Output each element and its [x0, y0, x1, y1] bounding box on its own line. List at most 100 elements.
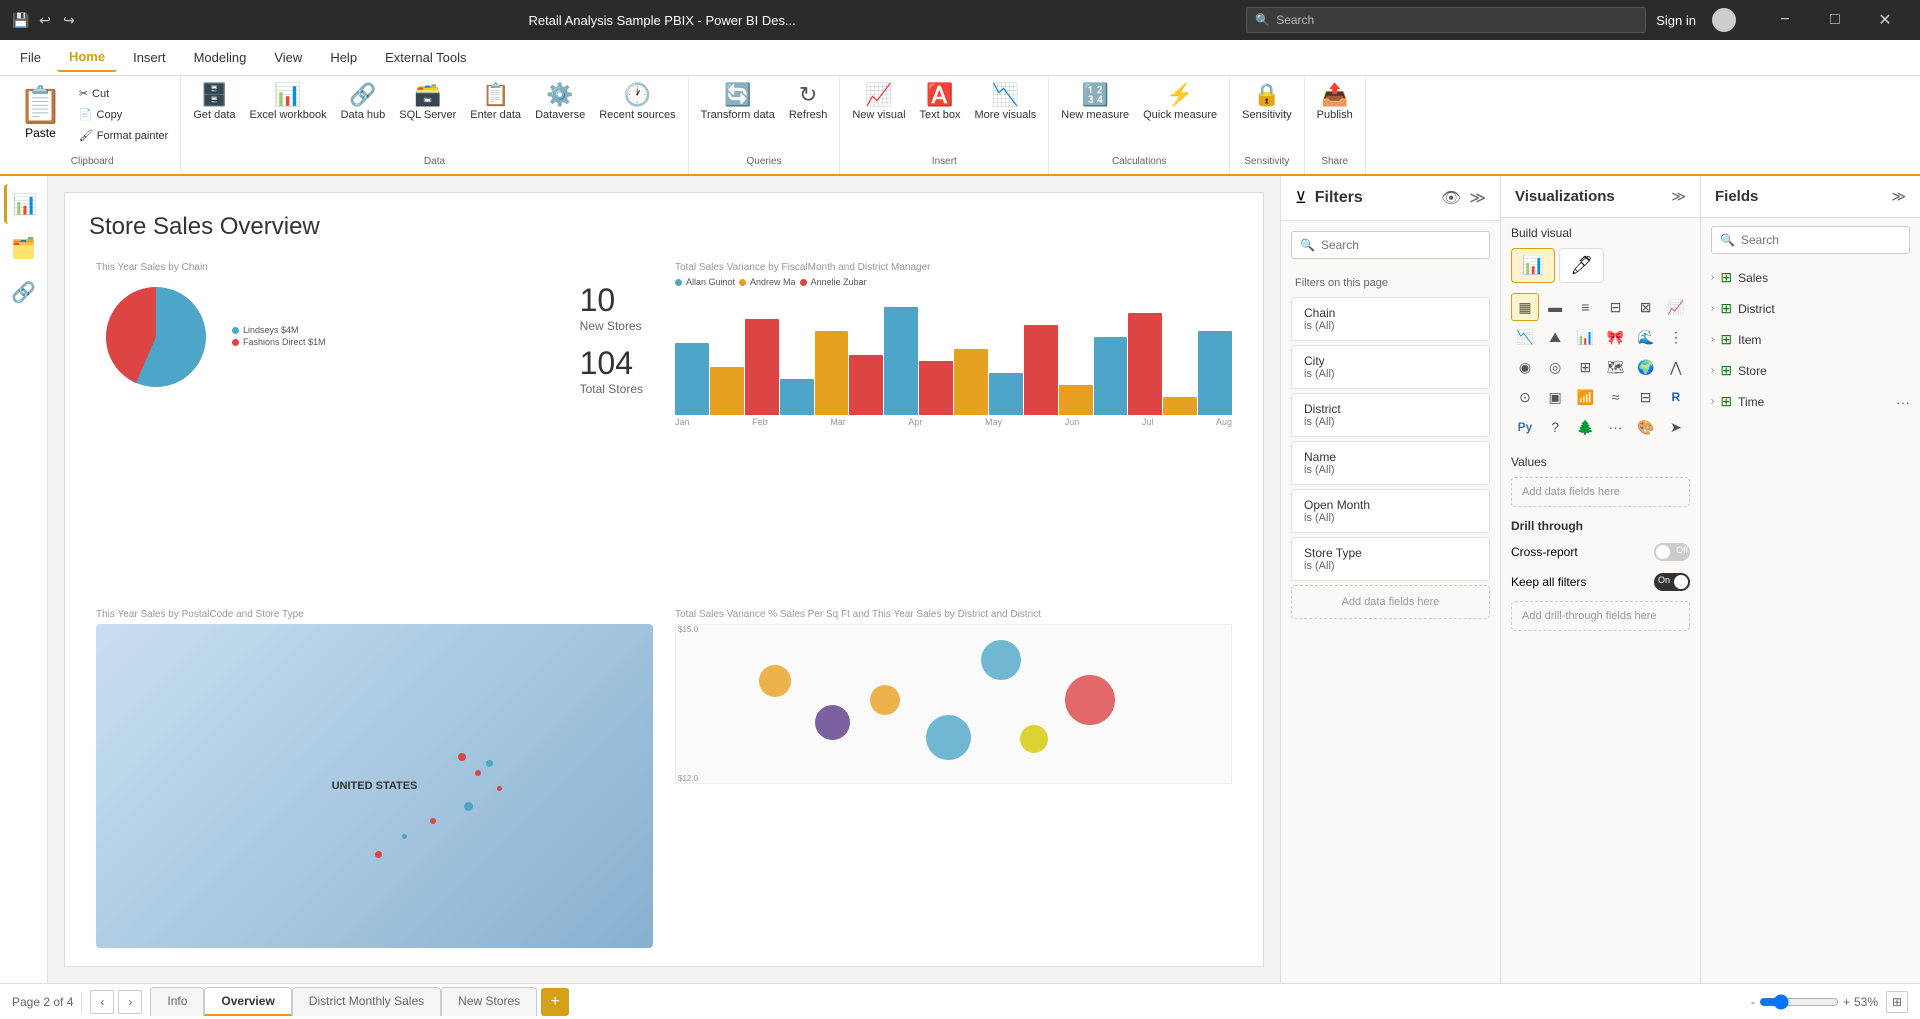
page-tab-info[interactable]: Info [150, 987, 204, 1016]
filters-search-input[interactable] [1321, 238, 1481, 252]
viz-tab-format[interactable]: 🖊 [1559, 248, 1604, 283]
global-search[interactable]: 🔍 Search [1246, 7, 1646, 33]
enter-data-button[interactable]: 📋 Enter data [464, 80, 527, 126]
data-hub-button[interactable]: 🔗 Data hub [335, 80, 392, 126]
nav-data[interactable]: 🗂️ [4, 228, 44, 268]
refresh-button[interactable]: ↻ Refresh [783, 80, 834, 126]
viz-icon-100pct-bar[interactable]: ⊠ [1632, 293, 1660, 321]
eye-icon[interactable]: 👁 [1441, 188, 1461, 208]
menu-view[interactable]: View [262, 44, 314, 71]
sensitivity-button[interactable]: 🔒 Sensitivity [1236, 80, 1298, 126]
signin-text[interactable]: Sign in [1656, 13, 1696, 28]
menu-external-tools[interactable]: External Tools [373, 44, 478, 71]
get-data-button[interactable]: 🗄️ Get data [187, 80, 241, 126]
viz-icon-r[interactable]: R [1662, 383, 1690, 411]
chart-cell-3[interactable]: This Year Sales by PostalCode and Store … [85, 598, 664, 945]
viz-icon-gauge[interactable]: ⊙ [1511, 383, 1539, 411]
menu-insert[interactable]: Insert [121, 44, 178, 71]
page-tab-overview[interactable]: Overview [204, 987, 291, 1016]
minimize-button[interactable]: − [1762, 5, 1808, 35]
viz-icon-stacked-bar[interactable]: ≡ [1571, 293, 1599, 321]
page-tab-district[interactable]: District Monthly Sales [292, 987, 441, 1016]
viz-icon-area[interactable]: 📉 [1511, 323, 1539, 351]
dataverse-button[interactable]: ⚙️ Dataverse [529, 80, 591, 126]
expand-viz-icon[interactable]: ≫ [1671, 188, 1686, 205]
viz-icon-python[interactable]: Py [1511, 413, 1539, 441]
filter-item-district[interactable]: District is (All) [1291, 393, 1490, 437]
menu-file[interactable]: File [8, 44, 53, 71]
keep-all-filters-toggle[interactable]: On [1654, 573, 1690, 591]
publish-button[interactable]: 📤 Publish [1311, 80, 1359, 126]
fields-search-input[interactable] [1741, 233, 1901, 247]
zoom-slider[interactable] [1759, 994, 1839, 1010]
fields-search[interactable]: 🔍 [1711, 226, 1910, 254]
viz-icon-qna[interactable]: ? [1541, 413, 1569, 441]
transform-data-button[interactable]: 🔄 Transform data [695, 80, 781, 126]
viz-icon-line-bar[interactable]: 📊 [1571, 323, 1599, 351]
report-canvas[interactable]: Store Sales Overview This Year Sales by … [64, 192, 1264, 967]
viz-tab-build[interactable]: 📊 [1511, 248, 1555, 283]
redo-icon[interactable]: ↪ [60, 11, 78, 29]
viz-icon-line[interactable]: 📈 [1662, 293, 1690, 321]
copy-button[interactable]: 📄 Copy [73, 105, 175, 124]
field-group-time[interactable]: › ⊞ Time ··· [1701, 386, 1920, 417]
viz-icon-more[interactable]: ··· [1601, 413, 1629, 441]
format-painter-button[interactable]: 🖌 Format painter [73, 126, 175, 145]
close-button[interactable]: ✕ [1862, 5, 1908, 35]
expand-fields-icon[interactable]: ≫ [1891, 188, 1906, 205]
filter-item-store-type[interactable]: Store Type is (All) [1291, 537, 1490, 581]
field-time-ellipsis[interactable]: ··· [1896, 394, 1910, 410]
viz-icon-stacked-area[interactable]: ⛰ [1541, 323, 1569, 351]
viz-icon-decomp[interactable]: 🌲 [1571, 413, 1599, 441]
chart-cell-2[interactable]: Total Sales Variance by FiscalMonth and … [664, 251, 1243, 598]
viz-icon-matrix[interactable]: ⊟ [1632, 383, 1660, 411]
viz-icon-scatter[interactable]: ⋮ [1662, 323, 1690, 351]
user-avatar[interactable] [1712, 8, 1736, 32]
viz-icon-kpi[interactable]: 📶 [1571, 383, 1599, 411]
fit-page-button[interactable]: ⊞ [1886, 991, 1908, 1013]
new-measure-button[interactable]: 🔢 New measure [1055, 80, 1135, 126]
field-group-item[interactable]: › ⊞ Item [1701, 324, 1920, 355]
viz-icon-slicer[interactable]: ≈ [1601, 383, 1629, 411]
add-page-button[interactable]: + [541, 988, 569, 1016]
sql-server-button[interactable]: 🗃️ SQL Server [393, 80, 462, 126]
values-add-fields[interactable]: Add data fields here [1511, 477, 1690, 507]
menu-modeling[interactable]: Modeling [182, 44, 259, 71]
page-tab-new-stores[interactable]: New Stores [441, 987, 537, 1016]
save-icon[interactable]: 💾 [12, 11, 30, 29]
filter-item-chain[interactable]: Chain is (All) [1291, 297, 1490, 341]
paste-button[interactable]: 📋 Paste [10, 80, 71, 144]
new-visual-button[interactable]: 📈 New visual [846, 80, 911, 126]
viz-icon-pie[interactable]: ◉ [1511, 353, 1539, 381]
chart-cell-1[interactable]: This Year Sales by Chain [85, 251, 664, 598]
filter-item-city[interactable]: City is (All) [1291, 345, 1490, 389]
more-visuals-button[interactable]: 📉 More visuals [969, 80, 1043, 126]
zoom-plus-icon[interactable]: + [1843, 995, 1850, 1009]
viz-icon-table[interactable]: ▦ [1511, 293, 1539, 321]
excel-workbook-button[interactable]: 📊 Excel workbook [244, 80, 333, 126]
viz-icon-map[interactable]: 🗺 [1601, 353, 1629, 381]
viz-icon-arrow[interactable]: ➤ [1662, 413, 1690, 441]
nav-report[interactable]: 📊 [4, 184, 44, 224]
viz-icon-card[interactable]: ▣ [1541, 383, 1569, 411]
viz-icon-treemap[interactable]: ⊞ [1571, 353, 1599, 381]
viz-icon-bar[interactable]: ▬ [1541, 293, 1569, 321]
maximize-button[interactable]: □ [1812, 5, 1858, 35]
zoom-minus-icon[interactable]: - [1751, 995, 1755, 1009]
cross-report-toggle[interactable]: Off [1654, 543, 1690, 561]
next-page-button[interactable]: › [118, 990, 142, 1014]
prev-page-button[interactable]: ‹ [90, 990, 114, 1014]
viz-icon-filled-map[interactable]: 🌍 [1632, 353, 1660, 381]
filter-add-fields[interactable]: Add data fields here [1291, 585, 1490, 619]
filter-item-name[interactable]: Name is (All) [1291, 441, 1490, 485]
menu-home[interactable]: Home [57, 43, 117, 72]
filter-item-open-month[interactable]: Open Month is (All) [1291, 489, 1490, 533]
filters-search-box[interactable]: 🔍 [1291, 231, 1490, 259]
viz-icon-funnel[interactable]: ⋀ [1662, 353, 1690, 381]
viz-icon-clustered-bar[interactable]: ⊟ [1601, 293, 1629, 321]
chart-cell-4[interactable]: Total Sales Variance % Sales Per Sq Ft a… [664, 598, 1243, 945]
drill-add-fields[interactable]: Add drill-through fields here [1511, 601, 1690, 631]
field-group-district[interactable]: › ⊞ District [1701, 293, 1920, 324]
quick-measure-button[interactable]: ⚡ Quick measure [1137, 80, 1223, 126]
undo-icon[interactable]: ↩ [36, 11, 54, 29]
